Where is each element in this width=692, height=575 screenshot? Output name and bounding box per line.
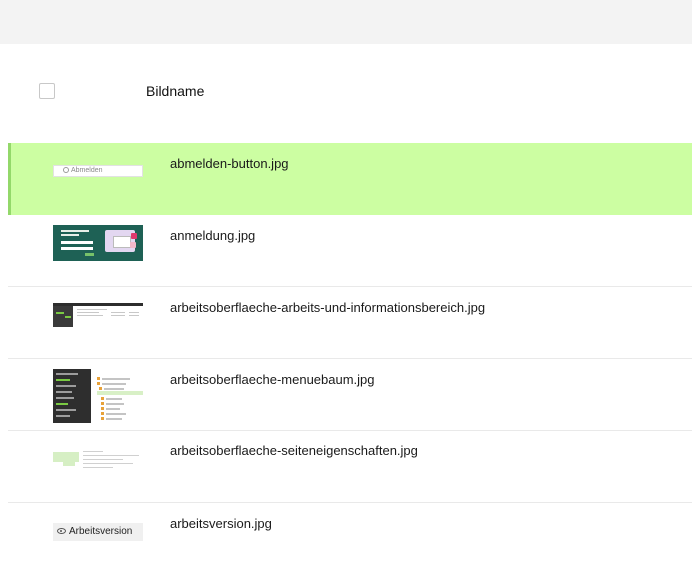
gear-icon — [63, 167, 69, 174]
file-name[interactable]: anmeldung.jpg — [170, 228, 255, 243]
table-row[interactable]: Arbeitsversion arbeitsversion.jpg — [8, 503, 692, 575]
thumbnail-menuebaum[interactable] — [53, 369, 143, 423]
file-name[interactable]: arbeitsoberflaeche-menuebaum.jpg — [170, 372, 375, 387]
table-row[interactable]: arbeitsoberflaeche-arbeits-und-informati… — [8, 287, 692, 359]
select-all-checkbox[interactable] — [39, 83, 55, 99]
thumbnail-anmeldung[interactable] — [53, 225, 143, 261]
table-row[interactable]: anmeldung.jpg — [8, 215, 692, 287]
thumbnail-abmelden-button[interactable]: Abmelden — [53, 165, 143, 177]
file-name[interactable]: arbeitsoberflaeche-seiteneigenschaften.j… — [170, 443, 418, 458]
table-row[interactable]: arbeitsoberflaeche-menuebaum.jpg — [8, 359, 692, 431]
file-name[interactable]: arbeitsversion.jpg — [170, 516, 272, 531]
column-header-bildname[interactable]: Bildname — [146, 83, 204, 99]
thumbnail-arbeitsversion[interactable]: Arbeitsversion — [53, 523, 143, 541]
file-name[interactable]: abmelden-button.jpg — [170, 156, 289, 171]
top-toolbar — [0, 0, 692, 44]
eye-icon — [57, 528, 66, 535]
thumbnail-arbeitsbereich[interactable] — [53, 303, 143, 327]
table-row[interactable]: Abmelden abmelden-button.jpg — [8, 143, 692, 215]
thumbnail-seiteneigenschaften[interactable] — [53, 448, 143, 470]
table-header-row — [0, 44, 692, 143]
file-name[interactable]: arbeitsoberflaeche-arbeits-und-informati… — [170, 300, 485, 315]
table-row[interactable]: arbeitsoberflaeche-seiteneigenschaften.j… — [8, 431, 692, 503]
